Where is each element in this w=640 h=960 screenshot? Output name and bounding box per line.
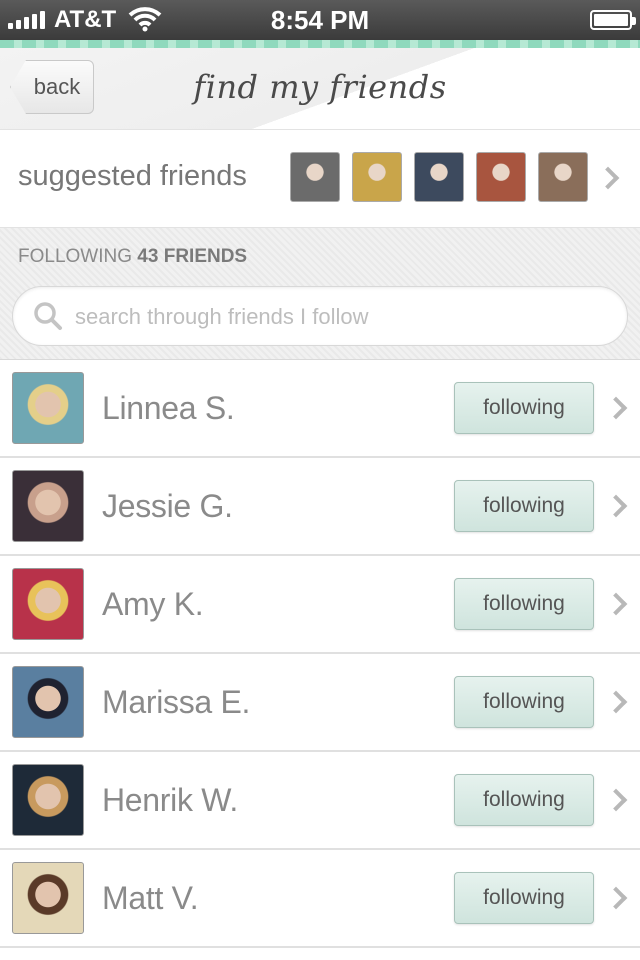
page-title: find my friends	[193, 68, 447, 106]
friend-avatar	[12, 764, 84, 836]
friend-name: Linnea S.	[102, 390, 235, 426]
chevron-right-icon	[604, 592, 628, 616]
status-time: 8:54 PM	[270, 5, 370, 35]
suggested-friends-label: suggested friends	[18, 160, 247, 192]
friend-name: Marissa E.	[102, 684, 251, 720]
friend-row[interactable]: Jessie G. following	[0, 458, 640, 556]
following-button[interactable]: following	[454, 480, 594, 532]
following-section: FOLLOWING 43 FRIENDS	[0, 228, 640, 360]
chevron-right-icon	[596, 166, 620, 190]
suggested-friend-avatar	[352, 152, 402, 202]
decorative-strip	[0, 40, 640, 48]
chevron-right-icon	[604, 788, 628, 812]
following-count-header: FOLLOWING 43 FRIENDS	[18, 246, 247, 268]
following-count: 43 FRIENDS	[137, 246, 248, 267]
suggested-friend-avatar	[538, 152, 588, 202]
friend-avatar	[12, 862, 84, 934]
navigation-bar: back find my friends	[0, 48, 640, 130]
following-button[interactable]: following	[454, 872, 594, 924]
suggested-friends-row[interactable]: suggested friends	[0, 130, 640, 228]
search-input[interactable]	[75, 297, 615, 337]
following-button[interactable]: following	[454, 774, 594, 826]
friend-name: Jessie G.	[102, 488, 233, 524]
search-bar[interactable]	[12, 286, 628, 346]
friend-avatar	[12, 470, 84, 542]
friend-name: Amy K.	[102, 586, 204, 622]
friend-row[interactable]: Linnea S. following	[0, 360, 640, 458]
following-button[interactable]: following	[454, 578, 594, 630]
friend-avatar	[12, 568, 84, 640]
friend-row[interactable]: Matt V. following	[0, 850, 640, 948]
following-prefix: FOLLOWING	[18, 246, 133, 267]
following-button[interactable]: following	[454, 676, 594, 728]
friend-name: Henrik W.	[102, 782, 238, 818]
friend-avatar	[12, 372, 84, 444]
suggested-friend-avatar	[414, 152, 464, 202]
friend-list: Linnea S. following Jessie G. following …	[0, 360, 640, 948]
chevron-right-icon	[604, 690, 628, 714]
chevron-right-icon	[604, 886, 628, 910]
suggested-friend-avatar	[290, 152, 340, 202]
status-bar: AT&T 8:54 PM	[0, 0, 640, 40]
friend-row[interactable]: Henrik W. following	[0, 752, 640, 850]
chevron-right-icon	[604, 396, 628, 420]
friend-row[interactable]: Amy K. following	[0, 556, 640, 654]
search-icon	[34, 302, 62, 330]
friend-row[interactable]: Marissa E. following	[0, 654, 640, 752]
following-button[interactable]: following	[454, 382, 594, 434]
chevron-right-icon	[604, 494, 628, 518]
friend-name: Matt V.	[102, 880, 199, 916]
friend-avatar	[12, 666, 84, 738]
suggested-friend-avatar	[476, 152, 526, 202]
battery-icon	[590, 10, 636, 30]
